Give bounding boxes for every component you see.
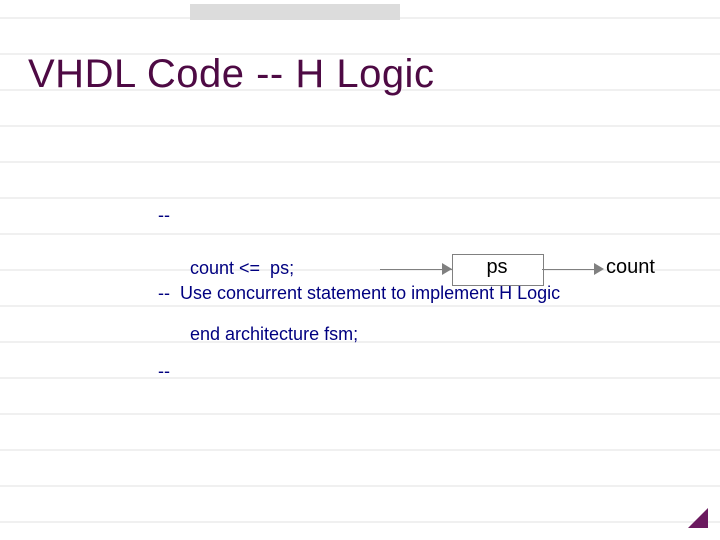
vhdl-comment-block: -- -- Use concurrent statement to implem… (158, 150, 560, 436)
slide-title: VHDL Code -- H Logic (28, 52, 434, 97)
decorative-top-bar (190, 4, 400, 20)
corner-accent-icon (688, 508, 708, 528)
diagram-output-label: count (606, 256, 655, 279)
comment-line-1: -- (158, 202, 560, 228)
diagram-input-label: ps (455, 256, 539, 279)
wire-output (542, 269, 600, 270)
h-logic-diagram: ps count (380, 250, 680, 290)
arrow-output-icon (594, 263, 604, 275)
code-end-architecture: end architecture fsm; (190, 324, 358, 345)
slide-canvas: VHDL Code -- H Logic -- -- Use concurren… (0, 0, 720, 540)
code-count-assign: count <= ps; (190, 258, 294, 279)
comment-line-3: -- (158, 358, 560, 384)
arrow-input-icon (442, 263, 452, 275)
